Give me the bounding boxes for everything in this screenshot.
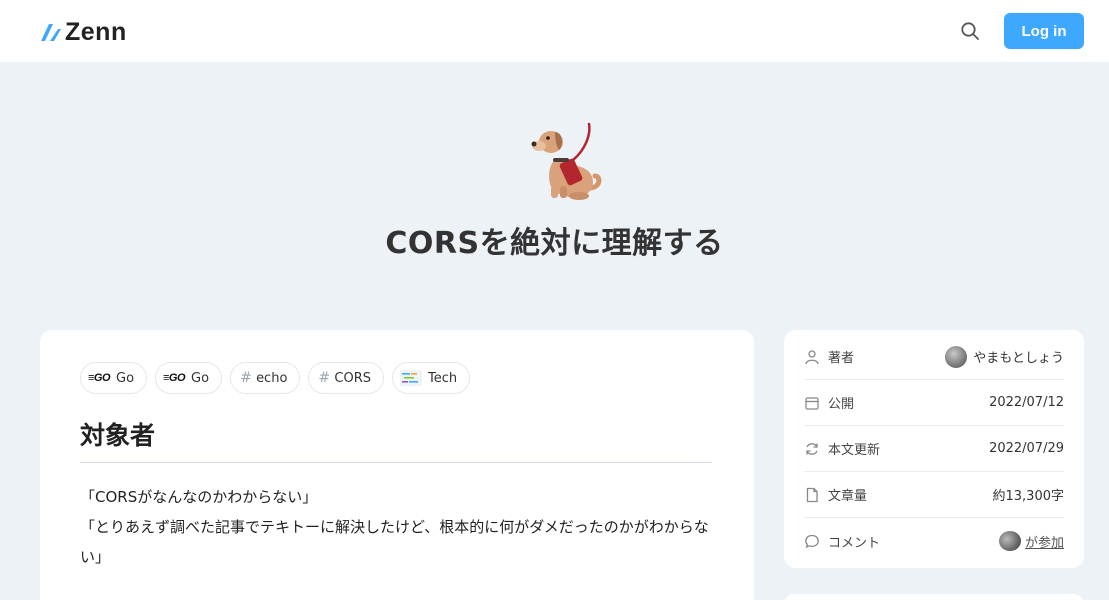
author-label: 著者 <box>828 351 855 366</box>
topic-chip-cors[interactable]: # CORS <box>308 362 385 394</box>
author-link[interactable]: やまもとしょう <box>945 345 1064 368</box>
calendar-icon <box>805 396 819 410</box>
updated-date: 2022/07/29 <box>989 441 1064 456</box>
code-editor-icon <box>399 368 423 388</box>
top-header: Zenn Log in <box>0 0 1109 62</box>
go-logo-icon: ≡GO <box>87 372 111 384</box>
search-icon <box>961 22 979 40</box>
go-logo-icon: ≡GO <box>163 372 186 384</box>
paragraph-line: 「CORSがなんなのかわからない」 <box>80 488 318 506</box>
topic-chip-tech[interactable]: Tech <box>392 362 471 394</box>
topic-label: Go <box>191 370 210 386</box>
topic-label: Tech <box>428 370 458 386</box>
length-label: 文章量 <box>828 489 868 504</box>
author-row: 著者 やまもとしょう <box>804 334 1064 380</box>
document-icon <box>806 487 818 502</box>
length-row: 文章量 約13,300字 <box>804 472 1064 518</box>
article-title: CORSを絶対に理解する <box>385 226 724 261</box>
topic-chip-go[interactable]: ≡GO Go <box>155 362 223 394</box>
refresh-icon <box>806 442 818 455</box>
login-button[interactable]: Log in <box>1004 13 1084 49</box>
article-info-sidebar: 著者 やまもとしょう 公開 2022/07/12 本文更新 2022/07/29… <box>784 330 1084 568</box>
topic-list: ≡GO Go ≡GO Go # echo # CORS Tech <box>80 362 471 394</box>
topic-label: echo <box>256 370 288 386</box>
comment-row: コメント が参加 <box>804 518 1064 564</box>
topic-chip-echo[interactable]: # echo <box>230 362 301 394</box>
comment-icon <box>805 534 819 549</box>
published-date: 2022/07/12 <box>989 395 1064 410</box>
logo-text: Zenn <box>65 17 127 46</box>
author-avatar <box>945 345 968 368</box>
article-paragraph: 「CORSがなんなのかわからない」 「とりあえず調べた記事でテキトーに解決したけ… <box>80 482 720 572</box>
comment-link[interactable]: が参加 <box>1025 532 1064 551</box>
zenn-logo-icon <box>41 24 61 41</box>
participant-avatars <box>998 531 1021 551</box>
topic-chip-go[interactable]: ≡GO Go <box>80 362 148 394</box>
length-value: 約13,300字 <box>992 489 1065 504</box>
topic-label: CORS <box>334 370 372 386</box>
hash-icon: # <box>240 370 252 386</box>
user-icon <box>805 349 819 364</box>
comment-label: コメント <box>828 535 881 551</box>
updated-label: 本文更新 <box>828 443 881 458</box>
article-content: ≡GO Go ≡GO Go # echo # CORS Tech 対象者 「CO… <box>40 330 754 600</box>
published-row: 公開 2022/07/12 <box>804 380 1064 426</box>
sidebar-next-card <box>784 594 1084 600</box>
author-name: やまもとしょう <box>973 351 1064 366</box>
paragraph-line: 「とりあえず調べた記事でテキトーに解決したけど、根本的に何がダメだったのかがわか… <box>80 518 709 566</box>
updated-row: 本文更新 2022/07/29 <box>804 426 1064 472</box>
section-heading: 対象者 <box>80 416 712 463</box>
topic-label: Go <box>116 370 135 386</box>
zenn-logo[interactable]: Zenn <box>40 17 127 46</box>
hash-icon: # <box>318 370 331 386</box>
guide-dog-emoji <box>531 122 602 200</box>
published-label: 公開 <box>828 397 855 412</box>
search-button[interactable] <box>957 18 983 44</box>
